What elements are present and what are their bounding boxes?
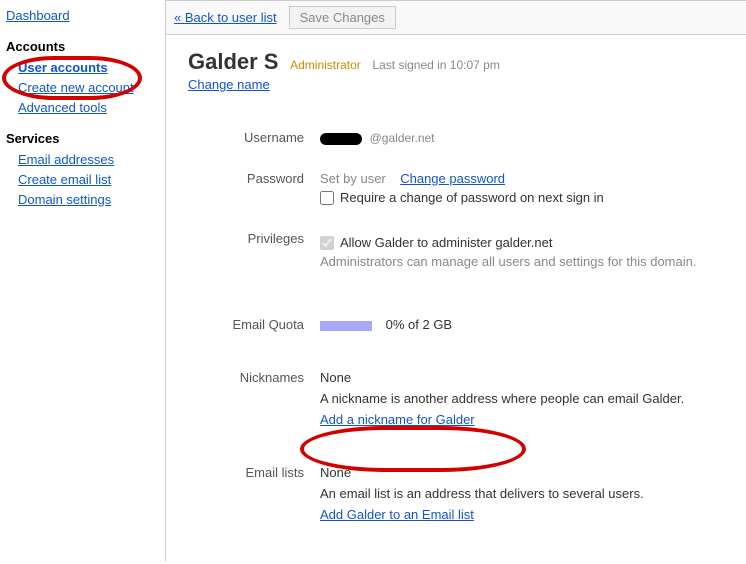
user-header: Galder S Administrator Last signed in 10… [166,35,746,100]
change-password-link[interactable]: Change password [400,171,505,186]
nav-create-account[interactable]: Create new account [18,80,134,95]
user-role-badge: Administrator [290,58,361,72]
password-set-by: Set by user [320,171,386,186]
add-to-emaillist-link[interactable]: Add Galder to an Email list [320,507,474,522]
save-changes-button[interactable]: Save Changes [289,6,396,29]
username-domain: @galder.net [370,131,435,145]
require-password-change-checkbox[interactable] [320,191,334,205]
back-to-user-list-link[interactable]: « Back to user list [174,10,277,25]
nav-advanced-tools[interactable]: Advanced tools [18,100,107,115]
username-local-redacted [320,133,362,145]
nav-email-addresses[interactable]: Email addresses [18,152,114,167]
emaillists-label: Email lists [188,465,320,480]
change-name-link[interactable]: Change name [188,77,270,92]
user-name-title: Galder S [188,49,278,74]
password-label: Password [188,171,320,186]
emaillists-desc: An email list is an address that deliver… [320,486,734,501]
nav-services-header: Services [6,131,165,146]
privileges-label: Privileges [188,231,320,246]
nav-dashboard[interactable]: Dashboard [6,8,70,23]
emaillists-none: None [320,465,734,480]
nicknames-none: None [320,370,734,385]
nicknames-label: Nicknames [188,370,320,385]
last-signed-in: Last signed in 10:07 pm [372,58,499,72]
allow-admin-label: Allow Galder to administer galder.net [340,235,552,250]
nav-user-accounts[interactable]: User accounts [18,60,108,75]
toolbar: « Back to user list Save Changes [166,1,746,35]
quota-text: 0% of 2 GB [386,317,452,332]
main-panel: « Back to user list Save Changes Galder … [165,0,746,561]
allow-admin-checkbox[interactable] [320,236,334,250]
sidebar: Dashboard Accounts User accounts Create … [0,0,165,561]
quota-label: Email Quota [188,317,320,332]
add-nickname-link[interactable]: Add a nickname for Galder [320,412,475,427]
quota-bar [320,321,372,331]
nav-accounts-header: Accounts [6,39,165,54]
nav-domain-settings[interactable]: Domain settings [18,192,111,207]
privileges-note: Administrators can manage all users and … [320,254,734,269]
username-label: Username [188,130,320,145]
require-password-change-label: Require a change of password on next sig… [340,190,604,205]
nicknames-desc: A nickname is another address where peop… [320,391,734,406]
nav-create-email-list[interactable]: Create email list [18,172,111,187]
